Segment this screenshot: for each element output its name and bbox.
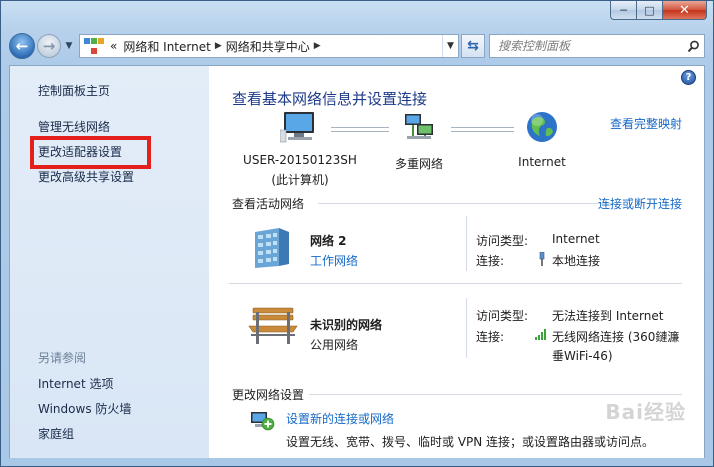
internet-label: Internet — [518, 155, 566, 169]
network-1-type-link[interactable]: 工作网络 — [310, 252, 358, 269]
close-button[interactable]: ✕ — [663, 1, 707, 20]
multi-network-label: 多重网络 — [394, 157, 443, 171]
map-internet-node[interactable]: Internet — [507, 110, 577, 169]
maximize-button[interactable]: □ — [637, 1, 663, 20]
new-connection-icon[interactable] — [249, 406, 275, 432]
setup-new-connection-description: 设置无线、宽带、拨号、临时或 VPN 连接；或设置路由器或访问点。 — [286, 435, 655, 449]
forward-arrow-icon: → — [42, 37, 56, 55]
control-panel-window: ─ □ ✕ ← → ▼ « 网络和 Internet ▶ 网络和共享中心 ▶ ▼… — [0, 0, 714, 467]
change-settings-heading: 更改网络设置 — [232, 388, 305, 402]
sidebar-manage-wireless[interactable]: 管理无线网络 — [38, 118, 110, 135]
public-network-bench-icon[interactable] — [247, 306, 299, 346]
breadcrumb-arrow-icon[interactable]: ▶ — [314, 41, 321, 51]
map-connection-line — [451, 127, 514, 132]
network-2-type: 公用网络 — [310, 338, 359, 352]
caption-buttons: ─ □ ✕ — [610, 1, 707, 20]
back-button[interactable]: ← — [9, 33, 35, 59]
breadcrumb-arrow-icon[interactable]: ▶ — [215, 41, 222, 51]
search-icon — [687, 40, 699, 52]
network-1-name: 网络 2 — [310, 234, 347, 248]
page-title: 查看基本网络信息并设置连接 — [232, 90, 428, 108]
work-network-icon[interactable] — [249, 224, 293, 270]
help-icon[interactable]: ? — [681, 70, 696, 85]
see-also-windows-firewall[interactable]: Windows 防火墙 — [38, 400, 131, 417]
control-panel-icon — [84, 37, 104, 55]
computer-caption: (此计算机) — [271, 173, 329, 187]
globe-icon — [527, 112, 557, 142]
vertical-divider — [466, 216, 467, 271]
section-divider — [229, 283, 682, 284]
baidu-watermark: Bai经验 — [605, 400, 686, 424]
see-also-internet-options[interactable]: Internet 选项 — [38, 375, 113, 392]
see-also-homegroup[interactable]: 家庭组 — [38, 425, 74, 442]
network-1-connection-link[interactable]: 本地连接 — [552, 252, 600, 269]
network-1-access-value: Internet — [552, 232, 600, 246]
search-input[interactable] — [490, 35, 682, 57]
map-computer-node[interactable]: USER-20150123SH (此计算机) — [235, 110, 365, 188]
setup-new-connection-link[interactable]: 设置新的连接或网络 — [286, 410, 394, 427]
task-pane: 控制面板主页 管理无线网络 更改适配器设置 更改高级共享设置 另请参阅 Inte… — [10, 66, 209, 458]
network-2-connection-link-cont[interactable]: 垂WiFi-46) — [552, 347, 613, 364]
ethernet-icon — [539, 252, 545, 266]
content-area: 控制面板主页 管理无线网络 更改适配器设置 更改高级共享设置 另请参阅 Inte… — [9, 65, 705, 458]
network-2-connection-label: 连接: — [476, 330, 505, 344]
map-multi-network-node[interactable]: 多重网络 — [381, 110, 457, 172]
active-networks-heading: 查看活动网络 — [232, 197, 305, 211]
breadcrumb-network-internet[interactable]: 网络和 Internet — [123, 38, 210, 55]
wifi-signal-icon — [535, 329, 546, 340]
network-1-access-label: 访问类型: — [476, 234, 529, 248]
minimize-button[interactable]: ─ — [610, 1, 637, 20]
refresh-icon: ⇆ — [467, 38, 479, 54]
network-2-access-value: 无法连接到 Internet — [552, 309, 664, 323]
main-pane: ? 查看基本网络信息并设置连接 查看完整映射 USER-20150123SH (… — [209, 66, 704, 458]
computer-icon — [279, 112, 314, 143]
forward-button[interactable]: → — [37, 34, 61, 58]
network-2-name: 未识别的网络 — [310, 318, 383, 332]
multi-network-icon — [405, 114, 433, 139]
section-divider — [318, 203, 612, 204]
network-1-connection-label: 连接: — [476, 254, 505, 268]
search-button[interactable] — [682, 40, 704, 53]
sidebar-advanced-sharing[interactable]: 更改高级共享设置 — [38, 168, 134, 185]
connect-disconnect-link[interactable]: 连接或断开连接 — [598, 195, 682, 212]
network-2-access-label: 访问类型: — [476, 309, 529, 323]
computer-name: USER-20150123SH — [243, 153, 357, 167]
sidebar-control-panel-home[interactable]: 控制面板主页 — [38, 82, 110, 99]
refresh-button[interactable]: ⇆ — [461, 34, 485, 58]
recent-pages-dropdown[interactable]: ▼ — [63, 41, 75, 51]
navigation-bar: ← → ▼ « 网络和 Internet ▶ 网络和共享中心 ▶ ▼ ⇆ — [9, 31, 705, 61]
highlight-box — [30, 136, 151, 169]
vertical-divider — [466, 298, 467, 358]
back-arrow-icon: ← — [15, 37, 29, 55]
section-divider — [309, 394, 682, 395]
search-box[interactable] — [489, 34, 705, 58]
see-also-heading: 另请参阅 — [38, 351, 87, 365]
see-full-map-link[interactable]: 查看完整映射 — [610, 115, 682, 132]
address-bar[interactable]: « 网络和 Internet ▶ 网络和共享中心 ▶ ▼ — [79, 34, 459, 58]
address-chevron[interactable]: « — [110, 39, 117, 53]
network-2-connection-link[interactable]: 无线网络连接 (360鏈濂 — [552, 328, 679, 345]
breadcrumb-sharing-center[interactable]: 网络和共享中心 — [226, 38, 310, 55]
address-dropdown[interactable]: ▼ — [442, 35, 458, 57]
